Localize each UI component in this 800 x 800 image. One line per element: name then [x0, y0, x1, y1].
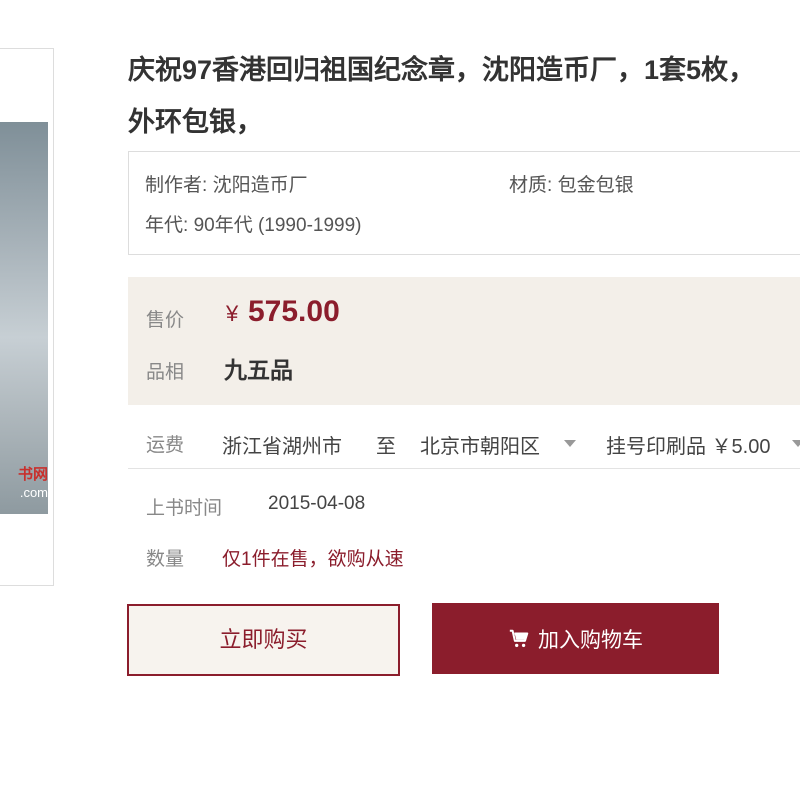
add-to-cart-button[interactable]: 加入购物车 — [432, 603, 719, 674]
shipping-method[interactable]: 挂号印刷品 ￥5.00 — [606, 430, 770, 459]
attr-era-value: 90年代 (1990-1999) — [193, 215, 362, 236]
method-dropdown-icon[interactable] — [792, 440, 800, 447]
buy-now-button[interactable]: 立即购买 — [127, 604, 400, 676]
shipping-from: 浙江省湖州市 — [222, 436, 342, 458]
shipping-destination[interactable]: 北京市朝阳区 — [420, 430, 540, 459]
attr-era: 年代: 90年代 (1990-1999) — [145, 210, 362, 237]
watermark-url: .com — [19, 485, 48, 500]
attributes-box: 制作者: 沈阳造币厂 材质: 包金包银 年代: 90年代 (1990-1999) — [128, 151, 800, 255]
shipping-divider — [128, 468, 800, 469]
price-label: 售价 — [146, 310, 185, 331]
currency-symbol: ¥ — [226, 301, 239, 326]
listing-date-value: 2015-04-08 — [268, 493, 366, 514]
quantity-value: 仅1件在售，欲购从速 — [222, 549, 404, 570]
attr-maker-label: 制作者: — [145, 175, 208, 196]
condition-value: 九五品 — [224, 357, 293, 383]
product-image[interactable] — [0, 122, 48, 514]
image-watermark: 书网 .com — [0, 466, 48, 502]
quantity-label: 数量 — [146, 549, 185, 570]
attr-material-label: 材质: — [509, 175, 553, 196]
attr-maker-value: 沈阳造币厂 — [212, 175, 308, 196]
attr-material-value: 包金包银 — [557, 175, 634, 196]
condition-label: 品相 — [146, 362, 185, 383]
watermark-text: 书网 — [17, 466, 48, 483]
destination-dropdown-icon[interactable] — [564, 440, 576, 447]
shipping-row: 运费 浙江省湖州市 至 北京市朝阳区 挂号印刷品 ￥5.00 — [128, 420, 800, 466]
price-block: 售价 ¥ 575.00 品相 九五品 — [128, 277, 800, 405]
attr-material: 材质: 包金包银 — [509, 170, 634, 197]
product-title-line2: 外环包银， — [128, 107, 263, 137]
shopping-cart-icon — [509, 629, 529, 647]
price-value: 575.00 — [248, 295, 340, 328]
listing-date-label: 上书时间 — [146, 498, 223, 519]
shipping-label: 运费 — [146, 435, 185, 456]
add-to-cart-label: 加入购物车 — [538, 628, 643, 652]
product-title-line1: 庆祝97香港回归祖国纪念章，沈阳造币厂，1套5枚， — [128, 55, 756, 85]
product-title: 庆祝97香港回归祖国纪念章，沈阳造币厂，1套5枚， 外环包银， — [128, 44, 800, 148]
attr-maker: 制作者: 沈阳造币厂 — [145, 170, 308, 197]
attr-era-label: 年代: — [145, 215, 189, 236]
shipping-to-word: 至 — [376, 436, 396, 458]
